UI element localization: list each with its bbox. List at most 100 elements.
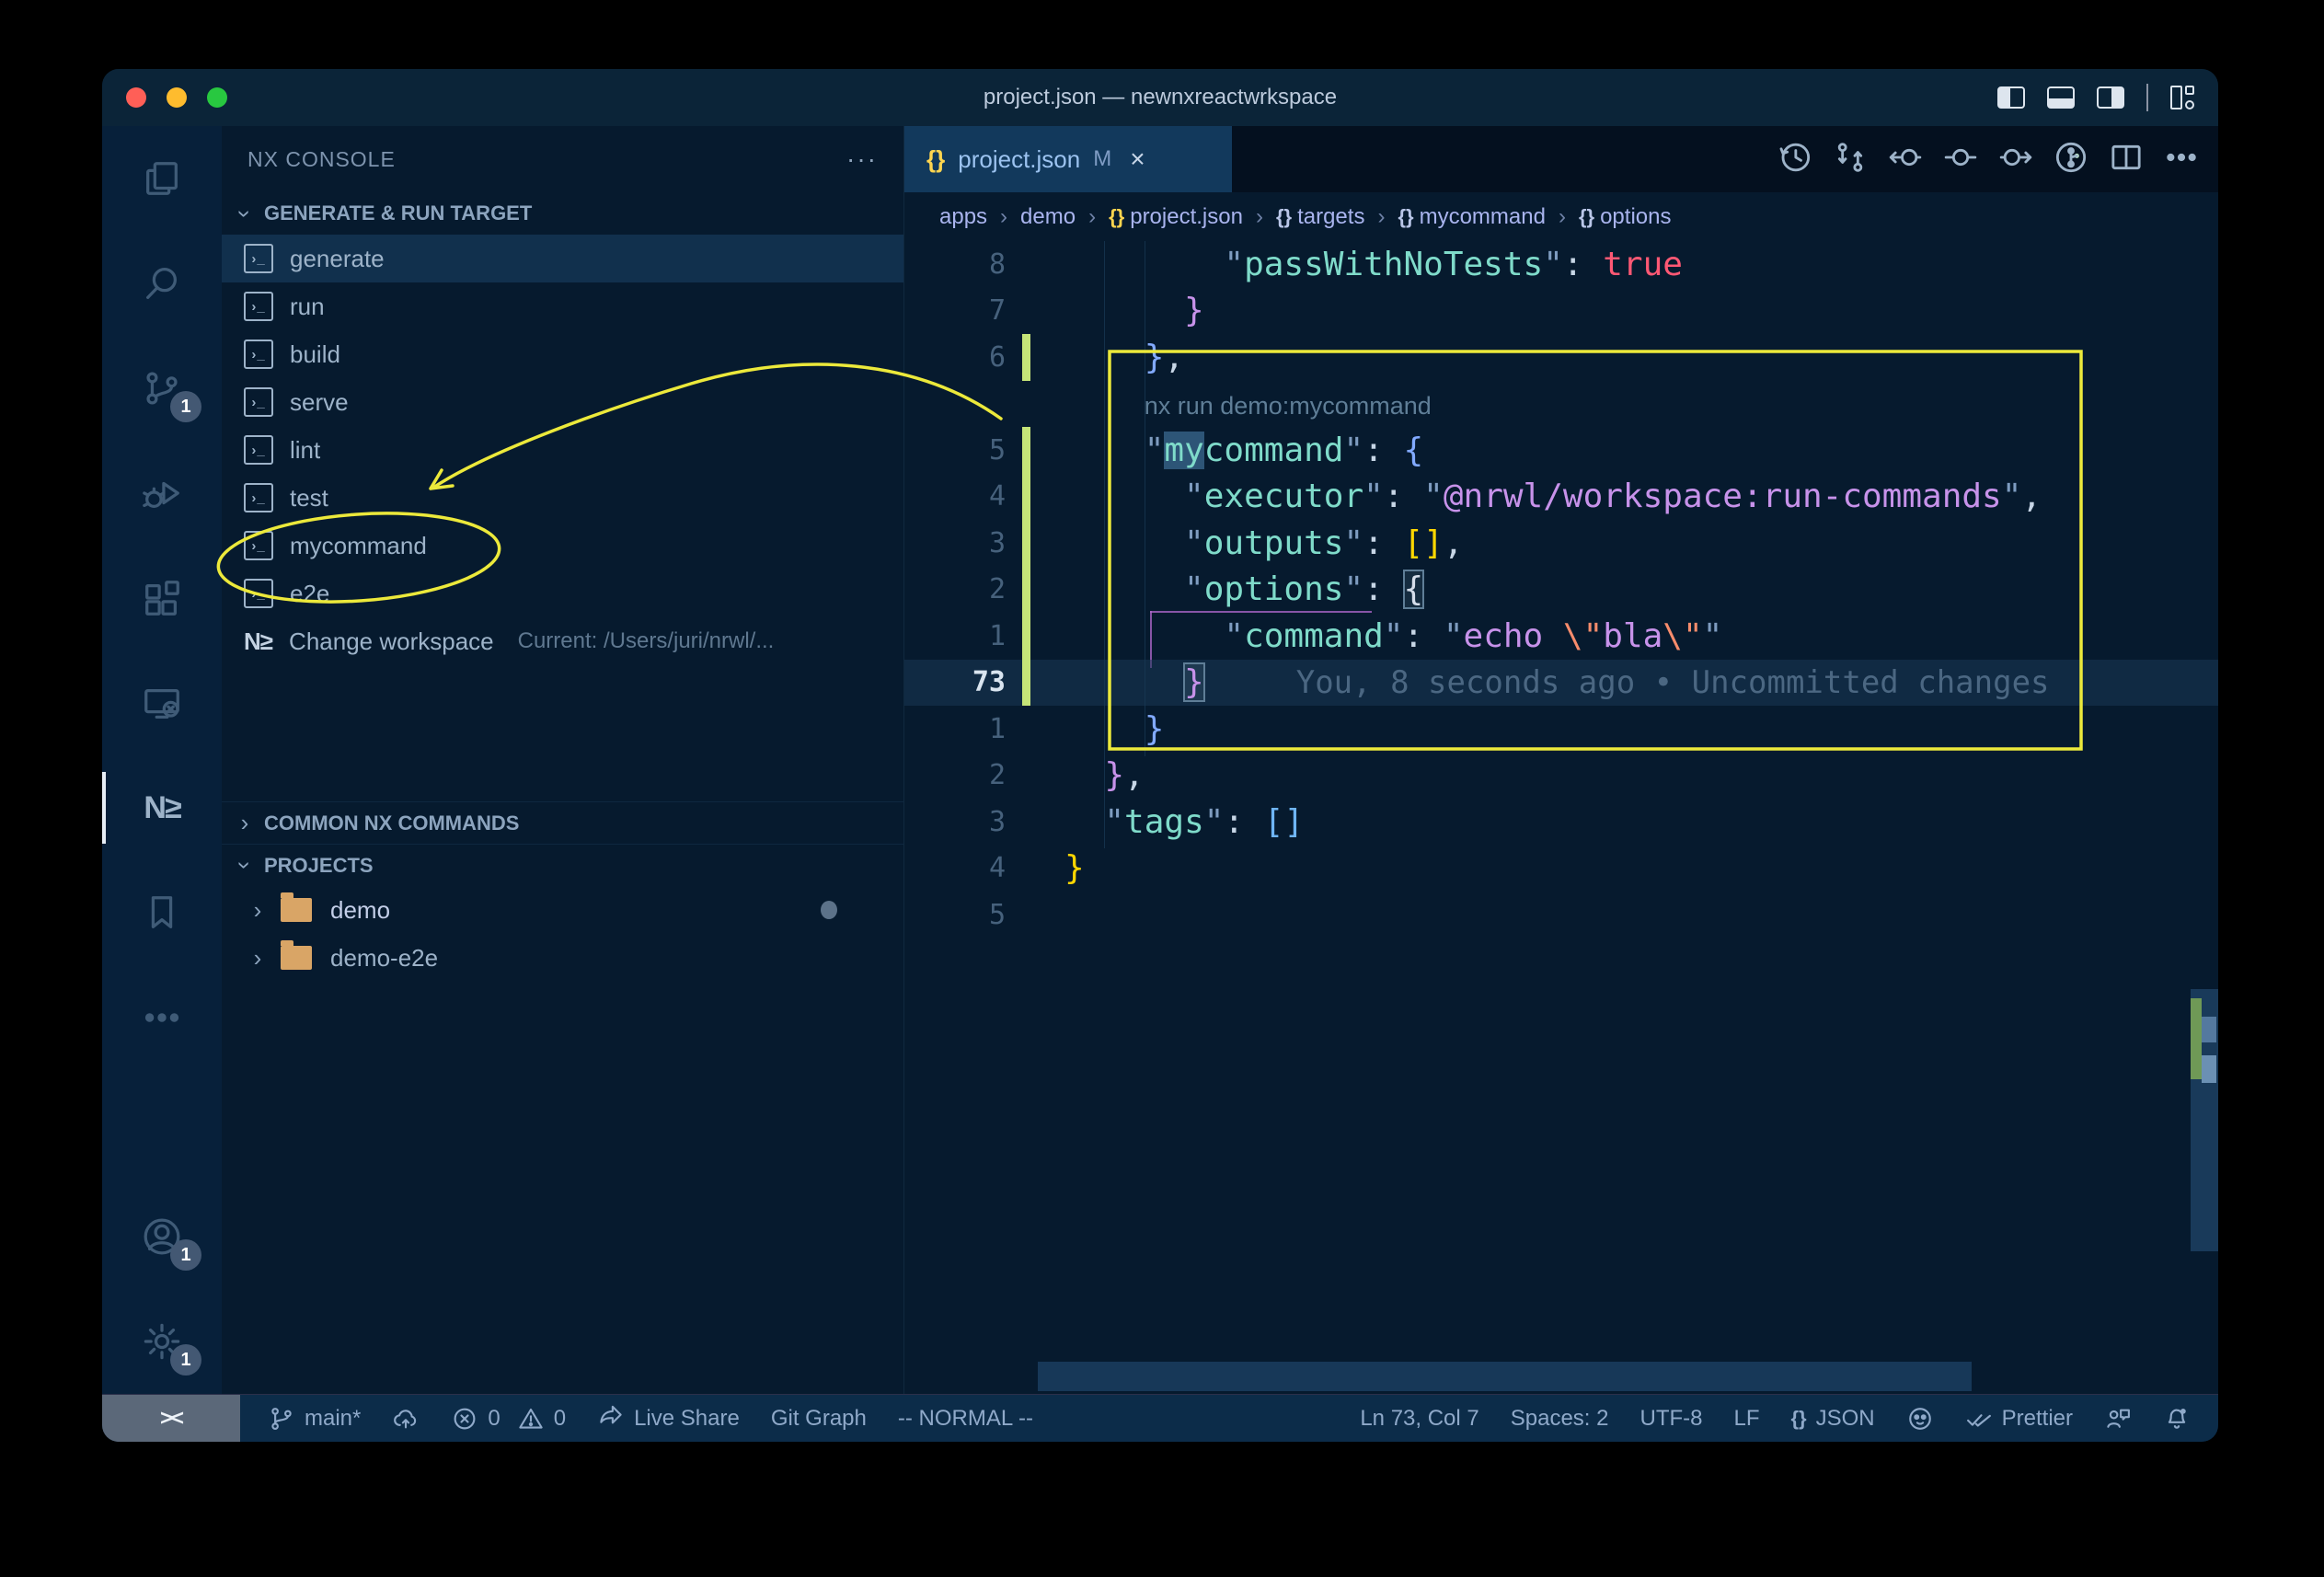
status-item-lf[interactable]: LF: [1733, 1406, 1759, 1432]
gutter: [1006, 706, 1064, 753]
change-bar: [1022, 427, 1030, 474]
status-item-json[interactable]: {}JSON: [1791, 1406, 1875, 1432]
target-label: serve: [290, 388, 349, 417]
breadcrumb-separator: ›: [1088, 204, 1096, 230]
breadcrumb-separator: ›: [1559, 204, 1566, 230]
next-change-icon[interactable]: [1997, 139, 2034, 180]
status-item-0[interactable]: 00: [451, 1405, 566, 1433]
sidebar-more-actions-icon[interactable]: ···: [846, 144, 878, 174]
status-item-octoface[interactable]: [1906, 1405, 1934, 1433]
change-bar: [1022, 660, 1030, 707]
previous-change-icon[interactable]: [1887, 139, 1924, 180]
nx-console-activity-icon[interactable]: N≥: [102, 755, 222, 860]
toggle-bottom-panel-icon[interactable]: [2047, 86, 2075, 109]
gutter: [1006, 892, 1064, 938]
json-braces-icon: {}: [1276, 205, 1292, 228]
json-braces-icon: {}: [1398, 205, 1413, 228]
target-item-run[interactable]: ›_run: [222, 282, 903, 330]
breadcrumb-item-project-json[interactable]: {}project.json: [1109, 204, 1243, 230]
split-editor-icon[interactable]: [2108, 139, 2145, 180]
target-item-generate[interactable]: ›_generate: [222, 235, 903, 282]
settings-gear-activity-icon[interactable]: 1: [102, 1289, 222, 1394]
status-item-main[interactable]: main*: [268, 1405, 361, 1433]
target-label: test: [290, 484, 328, 512]
status-item-live-share[interactable]: Live Share: [597, 1405, 740, 1433]
tab-close-icon[interactable]: ×: [1130, 144, 1145, 174]
code-text: }: [1064, 849, 1085, 887]
code-text: "tags": []: [1064, 803, 1304, 841]
breadcrumb-item-mycommand[interactable]: {}mycommand: [1398, 204, 1546, 230]
code-text: "passWithNoTests": true: [1064, 246, 1683, 283]
change-workspace-item[interactable]: N≥Change workspaceCurrent: /Users/juri/n…: [222, 617, 903, 665]
source-control-activity-icon[interactable]: 1: [102, 336, 222, 441]
status-right: Ln 73, Col 7 Spaces: 2 UTF-8 LF {}JSON Pretti…: [1332, 1405, 2218, 1433]
terminal-icon: ›_: [244, 387, 273, 417]
tab-project-json[interactable]: {} project.json M ×: [904, 126, 1232, 192]
target-item-lint[interactable]: ›_lint: [222, 426, 903, 474]
status-item-spaces-2[interactable]: Spaces: 2: [1511, 1406, 1609, 1432]
section-label: GENERATE & RUN TARGET: [264, 201, 532, 225]
target-list: ›_generate›_run›_build ›_ serve ›_lint›_tes…: [222, 235, 903, 665]
status-bar: >< main* 00 Live Share Git Graph -- NORMAL -…: [102, 1394, 2218, 1442]
toggle-right-panel-icon[interactable]: [2097, 86, 2124, 109]
code-editor[interactable]: 8 "passWithNoTests": true7 }6 }, nx run …: [904, 241, 2218, 1394]
more-actions-icon[interactable]: [2163, 139, 2200, 180]
layout-controls: [1997, 69, 2194, 126]
status-item-utf-8[interactable]: UTF-8: [1639, 1406, 1702, 1432]
remote-indicator[interactable]: ><: [102, 1395, 240, 1442]
section-projects[interactable]: › PROJECTS: [222, 844, 903, 886]
horizontal-scrollbar[interactable]: [1038, 1362, 1972, 1391]
target-item-mycommand[interactable]: ›_mycommand: [222, 522, 903, 570]
target-item-e2e[interactable]: ›_e2e: [222, 570, 903, 617]
compare-changes-icon[interactable]: [1832, 139, 1869, 180]
change-icon[interactable]: [1942, 139, 1979, 180]
files-activity-icon[interactable]: [102, 126, 222, 231]
gutter: [1006, 288, 1064, 335]
codelens-run-command[interactable]: nx run demo:mycommand: [1145, 392, 1432, 420]
chevron-collapsed-icon[interactable]: ›: [247, 896, 268, 925]
status-item-cloud-upload[interactable]: [392, 1405, 420, 1433]
extensions-activity-icon[interactable]: [102, 546, 222, 650]
remote-explorer-activity-icon[interactable]: [102, 650, 222, 755]
status-item-normal[interactable]: -- NORMAL --: [898, 1406, 1033, 1432]
run-debug-activity-icon[interactable]: [102, 441, 222, 546]
chevron-collapsed-icon[interactable]: ›: [247, 944, 268, 973]
code-text: "executor": "@nrwl/workspace:run-command…: [1064, 478, 2042, 515]
target-item-test[interactable]: ›_test: [222, 474, 903, 522]
toggle-left-panel-icon[interactable]: [1997, 86, 2025, 109]
section-generate-run-target[interactable]: › GENERATE & RUN TARGET: [222, 192, 903, 235]
change-marks: [2191, 998, 2202, 1079]
project-item-demo-e2e[interactable]: ›demo-e2e: [222, 934, 903, 982]
status-item-ln-73-col-7[interactable]: Ln 73, Col 7: [1360, 1406, 1478, 1432]
line-number: 1: [904, 713, 1006, 745]
tab-label: project.json: [958, 145, 1080, 174]
breadcrumb-separator: ›: [1256, 204, 1263, 230]
status-item-feedback[interactable]: [2104, 1405, 2132, 1433]
breadcrumb: apps›demo›{}project.json›{}targets›{}myc…: [904, 192, 2218, 241]
line-number: 8: [904, 248, 1006, 281]
breadcrumb-item-targets[interactable]: {}targets: [1276, 204, 1365, 230]
status-item-git-graph[interactable]: Git Graph: [771, 1406, 867, 1432]
timeline-history-icon[interactable]: [1777, 139, 1813, 180]
bookmarks-activity-icon[interactable]: [102, 860, 222, 965]
status-item-bell-dot[interactable]: [2163, 1405, 2191, 1433]
code-line: 2 "options": {: [904, 567, 2218, 614]
target-item-serve[interactable]: ›_ serve: [222, 378, 903, 426]
customize-layout-icon[interactable]: [2170, 86, 2194, 109]
overview-mark: [2202, 1055, 2216, 1083]
vertical-scrollbar[interactable]: [2191, 989, 2218, 1251]
status-label: UTF-8: [1639, 1406, 1702, 1432]
scm-graph-icon[interactable]: [2053, 139, 2089, 180]
status-item-prettier[interactable]: Prettier: [1965, 1405, 2073, 1433]
breadcrumb-item-options[interactable]: {}options: [1579, 204, 1672, 230]
breadcrumb-item-demo[interactable]: demo: [1020, 204, 1076, 230]
search-activity-icon[interactable]: [102, 231, 222, 336]
target-item-build[interactable]: ›_build: [222, 330, 903, 378]
breadcrumb-item-apps[interactable]: apps: [939, 204, 987, 230]
more-activity-icon[interactable]: [102, 965, 222, 1070]
section-common-nx-commands[interactable]: › COMMON NX COMMANDS: [222, 801, 903, 844]
account-activity-icon[interactable]: 1: [102, 1184, 222, 1289]
line-number: 2: [904, 573, 1006, 605]
json-braces-icon: {}: [1109, 205, 1124, 228]
project-item-demo[interactable]: ›demo: [222, 886, 903, 934]
